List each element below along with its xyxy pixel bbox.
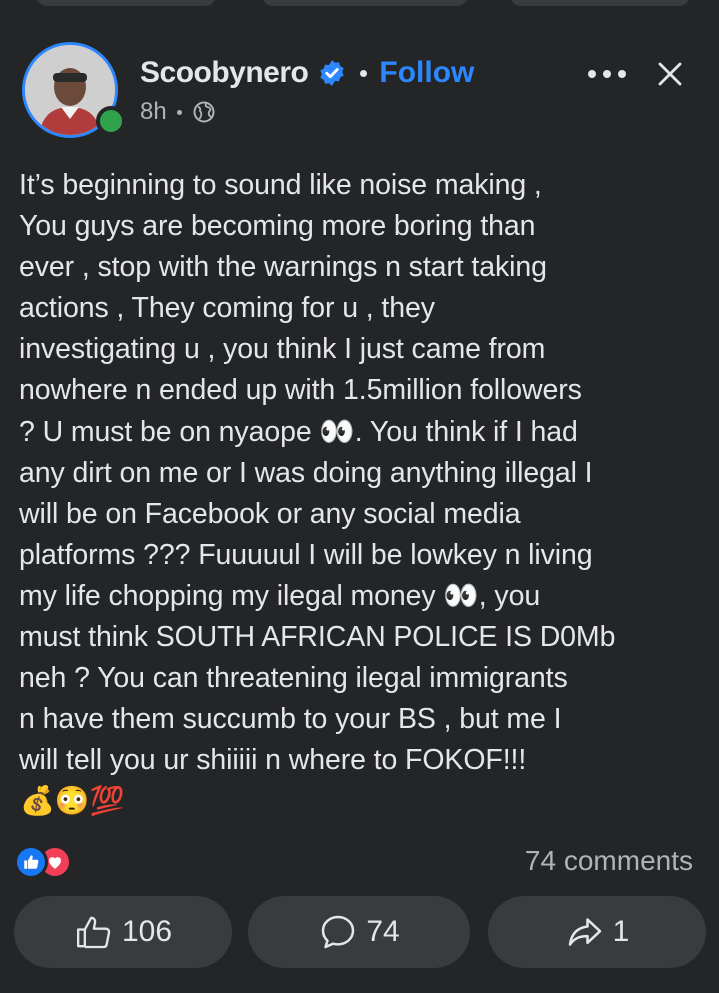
separator-dot: [176, 109, 182, 115]
previous-post-strip: [0, 0, 719, 20]
author-row: Scoobynero Follow: [140, 50, 474, 96]
thumbs-up-icon: [24, 855, 39, 869]
share-count: 1: [612, 915, 630, 948]
previous-post-button[interactable]: [262, 0, 468, 6]
previous-post-button[interactable]: [510, 0, 690, 6]
like-reaction-icon: [14, 845, 48, 879]
more-dots-icon: [588, 70, 626, 78]
author-avatar[interactable]: [22, 42, 126, 142]
more-options-button[interactable]: [582, 54, 632, 94]
post-text: It’s beginning to sound like noise makin…: [19, 169, 616, 777]
thumbs-up-icon: [76, 916, 111, 949]
post-time[interactable]: 8h: [140, 98, 167, 126]
follow-button[interactable]: Follow: [379, 56, 474, 90]
globe-icon: [193, 101, 215, 123]
author-name[interactable]: Scoobynero: [140, 56, 309, 90]
heart-icon: [49, 857, 61, 869]
close-icon: [658, 62, 682, 86]
online-status-dot: [96, 106, 126, 136]
share-button[interactable]: 1: [488, 896, 706, 968]
separator-dot: [360, 69, 368, 77]
post-meta: 8h: [140, 96, 216, 128]
share-arrow-icon: [568, 918, 601, 946]
comments-summary[interactable]: 74 comments: [525, 845, 693, 877]
trailing-emojis: 💰😳💯: [20, 784, 125, 817]
verified-badge-icon: [320, 60, 345, 86]
like-count: 106: [121, 915, 173, 948]
reaction-summary[interactable]: [14, 845, 72, 879]
comment-bubble-icon: [322, 915, 355, 949]
like-button[interactable]: 106: [14, 896, 232, 968]
comment-button[interactable]: 74: [248, 896, 470, 968]
emoji-line: 💰😳💯: [20, 785, 125, 816]
close-button[interactable]: [648, 52, 692, 96]
previous-post-button[interactable]: [36, 0, 216, 6]
comment-count: 74: [366, 915, 400, 948]
